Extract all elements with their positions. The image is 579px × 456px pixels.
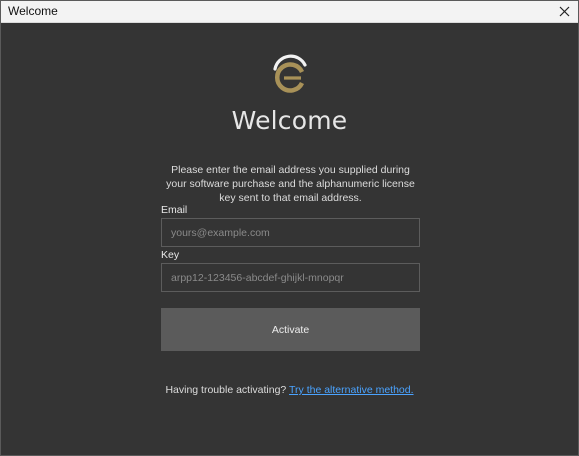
- title-bar: Welcome: [1, 1, 578, 23]
- email-field[interactable]: [161, 218, 420, 247]
- welcome-window: Welcome Welcome Please enter the email a…: [0, 0, 579, 456]
- email-label: Email: [161, 204, 188, 216]
- instructions-text: Please enter the email address you suppl…: [166, 164, 415, 204]
- alternative-method-link[interactable]: Try the alternative method.: [289, 384, 414, 396]
- welcome-heading: Welcome: [231, 106, 348, 135]
- close-icon: [559, 6, 569, 17]
- activation-panel: Welcome Please enter the email address y…: [1, 23, 578, 455]
- license-key-field[interactable]: [161, 263, 420, 292]
- close-button[interactable]: [550, 1, 578, 22]
- key-label: Key: [161, 249, 180, 261]
- logo-icon: [273, 54, 307, 93]
- window-title: Welcome: [8, 4, 58, 18]
- trouble-text: Having trouble activating?: [165, 384, 287, 396]
- trouble-message: Having trouble activating? Try the alter…: [1, 384, 578, 396]
- activate-button[interactable]: Activate: [161, 308, 420, 351]
